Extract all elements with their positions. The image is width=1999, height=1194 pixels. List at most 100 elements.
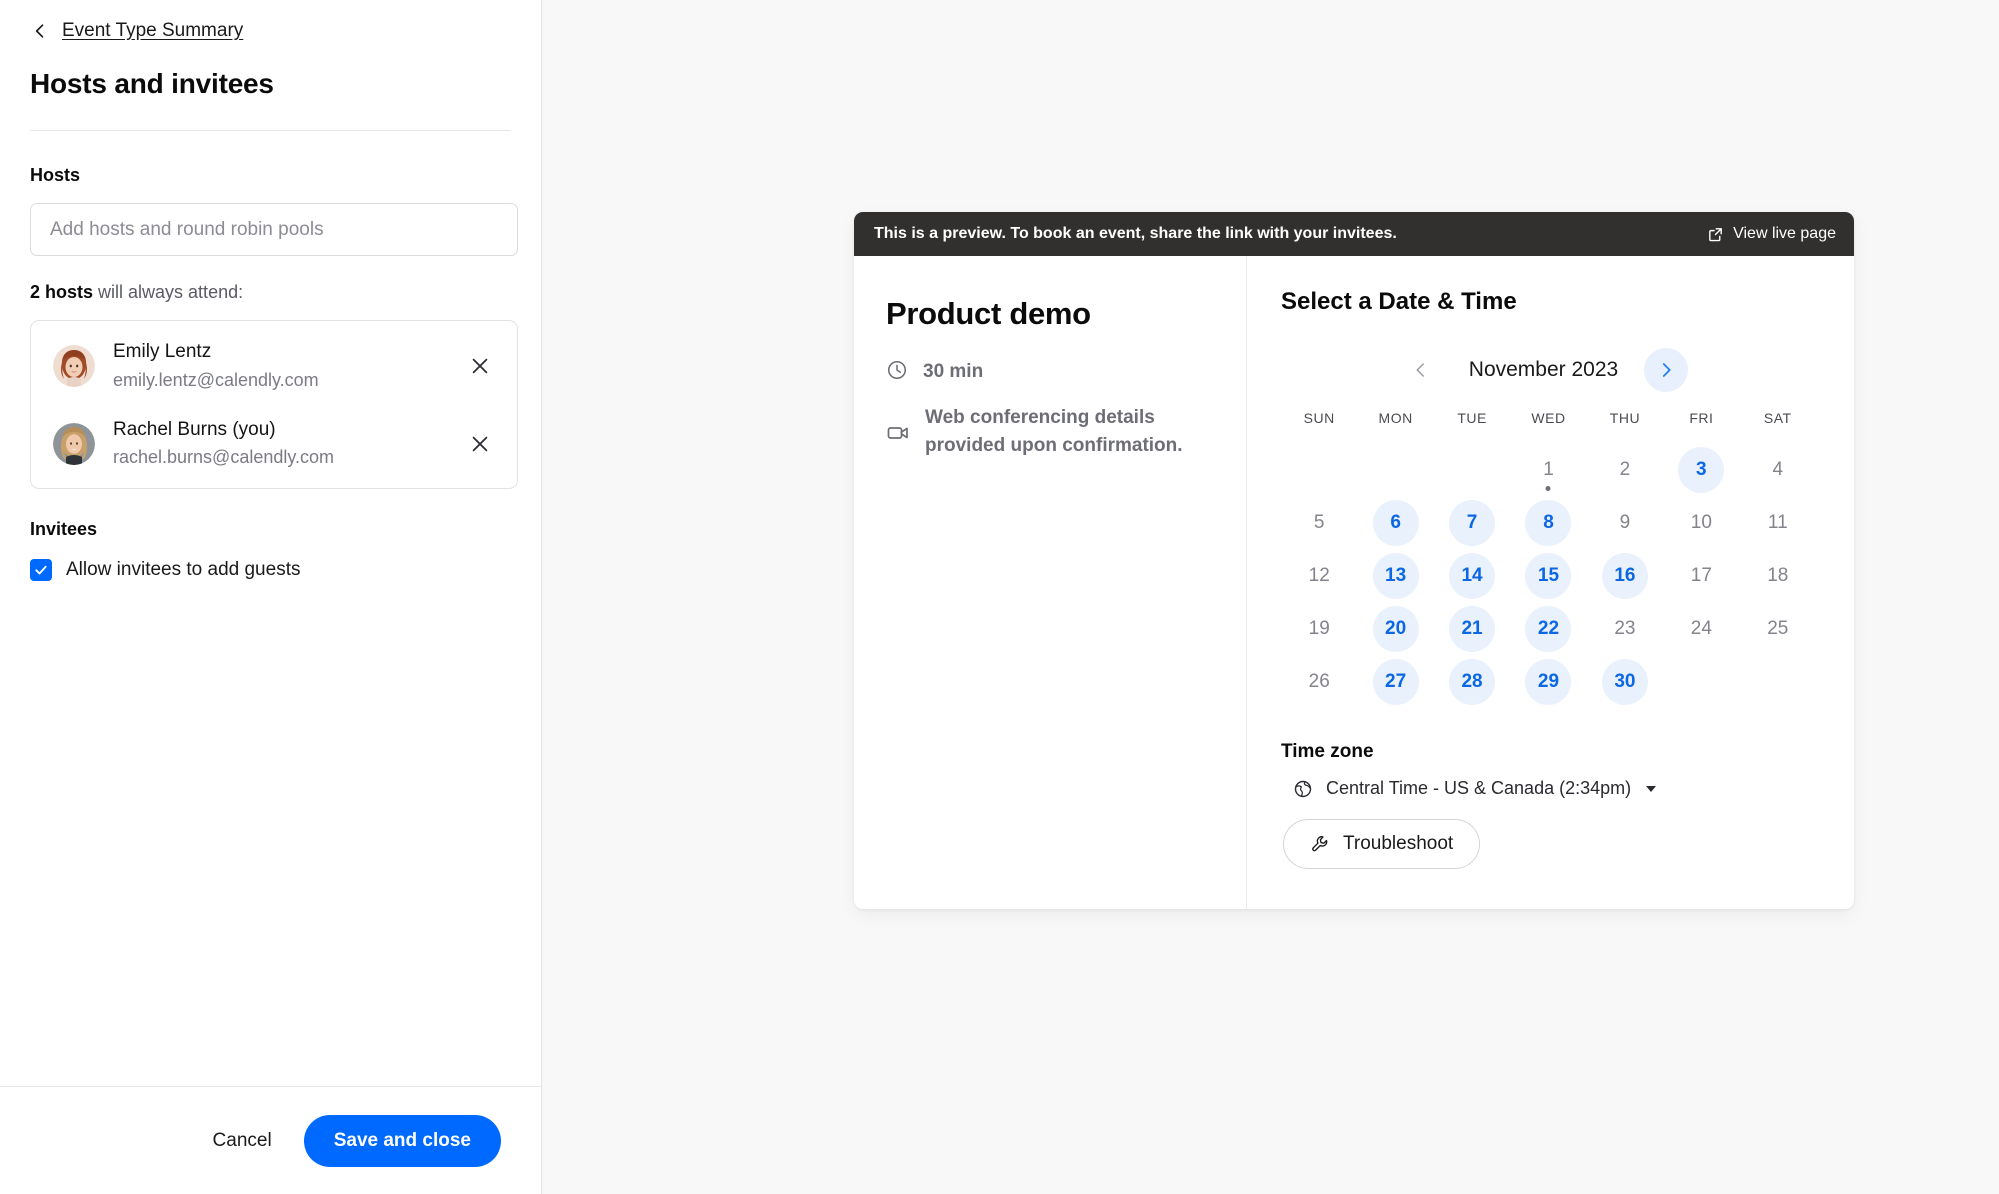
calendar-day-unavailable: 25: [1755, 606, 1801, 652]
host-name: Rachel Burns (you): [113, 417, 447, 443]
back-chevron-icon[interactable]: [30, 21, 50, 41]
calendar-day-available[interactable]: 13: [1373, 553, 1419, 599]
timezone-selector[interactable]: Central Time - US & Canada (2:34pm): [1281, 778, 1816, 799]
calendar-weekday-header: TUE: [1434, 410, 1510, 442]
calendar-day-cell: 10: [1663, 497, 1739, 548]
save-and-close-button[interactable]: Save and close: [304, 1115, 501, 1167]
allow-guests-checkbox[interactable]: [30, 559, 52, 581]
breadcrumb[interactable]: Event Type Summary: [30, 14, 511, 48]
calendar-empty-cell: [1434, 444, 1510, 495]
hosts-count-value: 2 hosts: [30, 282, 93, 302]
calendar-day-unavailable: 4: [1755, 447, 1801, 493]
calendar-day-cell: 5: [1281, 497, 1357, 548]
calendar-day-available[interactable]: 15: [1525, 553, 1571, 599]
booking-preview-card: This is a preview. To book an event, sha…: [854, 212, 1854, 909]
page-title: Hosts and invitees: [30, 68, 511, 100]
preview-banner: This is a preview. To book an event, sha…: [854, 212, 1854, 256]
calendar-day-unavailable: 2: [1602, 447, 1648, 493]
settings-panel: Event Type Summary Hosts and invitees Ho…: [0, 0, 542, 1194]
view-live-page-link[interactable]: View live page: [1707, 225, 1836, 243]
date-time-pane: Select a Date & Time November 2023: [1246, 256, 1854, 909]
calendar-day-available[interactable]: 6: [1373, 500, 1419, 546]
calendar-day-cell: 9: [1587, 497, 1663, 548]
calendar-day-cell: 4: [1740, 444, 1816, 495]
calendar-day-cell: 7: [1434, 497, 1510, 548]
calendar-day-available[interactable]: 8: [1525, 500, 1571, 546]
timezone-label: Time zone: [1281, 741, 1816, 763]
calendar-day-cell: 25: [1740, 603, 1816, 654]
avatar-rachel-image: [53, 423, 95, 465]
close-icon[interactable]: [469, 433, 491, 455]
host-name: Emily Lentz: [113, 339, 447, 365]
breadcrumb-link-event-type-summary[interactable]: Event Type Summary: [62, 20, 243, 42]
checkmark-icon: [34, 563, 48, 577]
calendar-day-cell: 20: [1357, 603, 1433, 654]
calendar-day-cell: 21: [1434, 603, 1510, 654]
calendar-day-available[interactable]: 3: [1678, 447, 1724, 493]
calendar-day-available[interactable]: 29: [1525, 659, 1571, 705]
next-month-button[interactable]: [1644, 348, 1688, 392]
calendar-day-cell: 19: [1281, 603, 1357, 654]
calendar-day-cell: 2: [1587, 444, 1663, 495]
calendar-day-available[interactable]: 21: [1449, 606, 1495, 652]
calendar-day-cell: 23: [1587, 603, 1663, 654]
calendar-day-cell: 12: [1281, 550, 1357, 601]
host-row: Rachel Burns (you) rachel.burns@calendly…: [31, 405, 517, 483]
globe-icon: [1293, 779, 1313, 799]
host-email: emily.lentz@calendly.com: [113, 367, 447, 393]
calendar-day-available[interactable]: 27: [1373, 659, 1419, 705]
calendar-day-cell: 30: [1587, 656, 1663, 707]
calendar-day-cell: 28: [1434, 656, 1510, 707]
event-location-row: Web conferencing details provided upon c…: [886, 404, 1212, 460]
close-icon[interactable]: [469, 355, 491, 377]
cancel-button[interactable]: Cancel: [191, 1118, 294, 1164]
allow-guests-row[interactable]: Allow invitees to add guests: [30, 559, 511, 581]
host-info: Rachel Burns (you) rachel.burns@calendly…: [113, 417, 447, 471]
remove-host-button[interactable]: [465, 429, 495, 459]
calendar-weekday-header: SUN: [1281, 410, 1357, 442]
calendar-day-available[interactable]: 16: [1602, 553, 1648, 599]
calendar-day-unavailable: 19: [1296, 606, 1342, 652]
calendar-day-unavailable: 17: [1678, 553, 1724, 599]
calendar-day-cell: 15: [1510, 550, 1586, 601]
hosts-count-suffix: will always attend:: [93, 282, 243, 302]
calendar-day-cell: 11: [1740, 497, 1816, 548]
preview-banner-message: This is a preview. To book an event, sha…: [874, 225, 1397, 243]
calendar-day-unavailable: 26: [1296, 659, 1342, 705]
calendar-weekday-header: MON: [1357, 410, 1433, 442]
calendar-day-unavailable: 11: [1755, 500, 1801, 546]
calendar-day-available[interactable]: 28: [1449, 659, 1495, 705]
avatar: [53, 423, 95, 465]
calendar-day-unavailable: 12: [1296, 553, 1342, 599]
invitees-section-label: Invitees: [30, 519, 511, 540]
calendar-day-unavailable: 9: [1602, 500, 1648, 546]
calendar-day-unavailable: 23: [1602, 606, 1648, 652]
calendar-month-label: November 2023: [1469, 358, 1618, 382]
calendar-day-available[interactable]: 7: [1449, 500, 1495, 546]
clock-icon: [886, 359, 908, 381]
add-hosts-input[interactable]: [30, 203, 518, 256]
calendar-weekday-header: FRI: [1663, 410, 1739, 442]
calendar-day-cell: 24: [1663, 603, 1739, 654]
calendar-weekday-header: SAT: [1740, 410, 1816, 442]
calendar-day-available[interactable]: 30: [1602, 659, 1648, 705]
event-details-pane: Product demo 30 min Web confe: [854, 256, 1246, 909]
calendar-day-unavailable: 18: [1755, 553, 1801, 599]
calendar-day-cell: 16: [1587, 550, 1663, 601]
calendar-day-cell: 18: [1740, 550, 1816, 601]
remove-host-button[interactable]: [465, 351, 495, 381]
host-email: rachel.burns@calendly.com: [113, 444, 447, 470]
calendar-day-cell: 13: [1357, 550, 1433, 601]
preview-body: Product demo 30 min Web confe: [854, 256, 1854, 909]
troubleshoot-button[interactable]: Troubleshoot: [1283, 819, 1480, 869]
previous-month-button[interactable]: [1399, 348, 1443, 392]
chevron-down-icon: [1646, 786, 1656, 792]
video-camera-icon: [886, 421, 910, 445]
timezone-value: Central Time - US & Canada (2:34pm): [1326, 778, 1631, 799]
chevron-right-icon: [1657, 361, 1675, 379]
hosts-section-label: Hosts: [30, 165, 511, 186]
calendar-day-available[interactable]: 22: [1525, 606, 1571, 652]
calendar-day-available[interactable]: 14: [1449, 553, 1495, 599]
calendar-day-cell: 8: [1510, 497, 1586, 548]
calendar-day-available[interactable]: 20: [1373, 606, 1419, 652]
